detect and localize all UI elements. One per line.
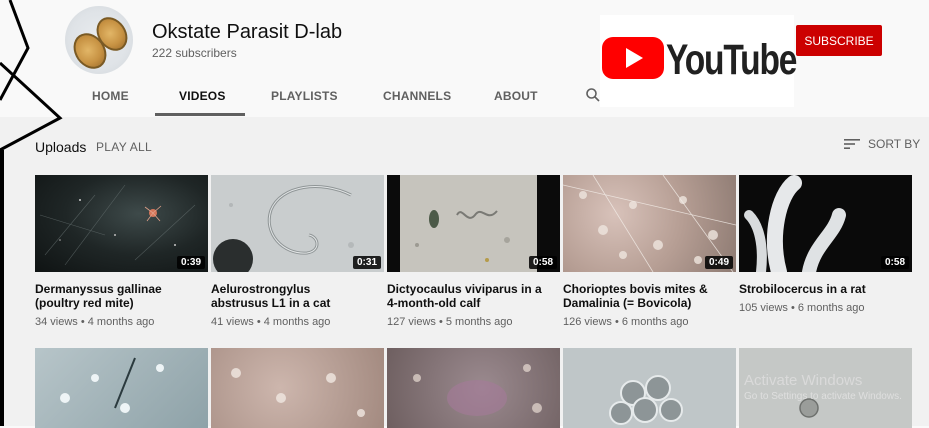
youtube-wordmark: YouTube	[666, 36, 797, 84]
video-thumbnail[interactable]: 0:58	[739, 175, 912, 272]
channel-header: Okstate Parasit D-lab 222 subscribers Yo…	[0, 0, 929, 117]
tab-home[interactable]: HOME	[92, 89, 129, 103]
video-duration: 0:39	[176, 256, 205, 269]
video-title[interactable]: Dictyocaulus viviparus in a 4-month-old …	[387, 282, 547, 310]
tab-playlists[interactable]: PLAYLISTS	[271, 89, 338, 103]
search-icon[interactable]	[585, 87, 601, 103]
play-all-button[interactable]: PLAY ALL	[96, 140, 152, 154]
subscriber-count: 222 subscribers	[152, 46, 237, 60]
video-duration: 0:58	[880, 256, 909, 269]
mites-image	[231, 368, 365, 417]
channel-avatar[interactable]	[65, 6, 133, 74]
youtube-play-icon	[602, 37, 664, 79]
channel-name: Okstate Parasit D-lab	[152, 21, 343, 43]
video-card[interactable]: 0:49 Chorioptes bovis mites & Damalinia …	[563, 175, 736, 328]
video-thumbnail[interactable]	[387, 348, 560, 428]
video-duration: 0:31	[352, 256, 381, 269]
youtube-logo: YouTube	[600, 15, 797, 107]
video-meta: 127 views • 5 months ago	[387, 316, 513, 328]
video-title[interactable]: Aelurostrongylus abstrusus L1 in a cat	[211, 282, 371, 310]
video-card[interactable]: 0:31 Aelurostrongylus abstrusus L1 in a …	[211, 175, 384, 328]
speech-bubble-outline	[0, 0, 63, 426]
tapeworm-egg-image	[609, 375, 683, 425]
activate-windows-hint: Go to Settings to activate Windows.	[744, 391, 902, 402]
tab-about[interactable]: ABOUT	[494, 89, 538, 103]
video-meta: 41 views • 4 months ago	[211, 316, 331, 328]
mites-image	[413, 364, 542, 416]
video-card[interactable]: 0:58 Dictyocaulus viviparus in a 4-month…	[387, 175, 560, 328]
sort-by-label: SORT BY	[868, 137, 921, 151]
videos-section: Uploads PLAY ALL SORT BY 0:39 Dermanyssu	[0, 117, 929, 428]
video-meta: 126 views • 6 months ago	[563, 316, 689, 328]
video-thumbnail[interactable]: 0:58	[387, 175, 560, 272]
activate-windows-watermark: Activate Windows	[744, 372, 863, 389]
subscribe-button[interactable]: SUBSCRIBE	[796, 25, 882, 56]
video-duration: 0:49	[704, 256, 733, 269]
video-thumbnail[interactable]: 0:49	[563, 175, 736, 272]
video-thumbnail[interactable]	[563, 348, 736, 428]
video-thumbnail[interactable]: 0:31	[211, 175, 384, 272]
video-meta: 105 views • 6 months ago	[739, 302, 865, 314]
sort-icon	[844, 139, 860, 149]
video-title[interactable]: Strobilocercus in a rat	[739, 282, 899, 296]
video-card[interactable]: 0:58 Strobilocercus in a rat 105 views •…	[739, 175, 912, 314]
tab-channels[interactable]: CHANNELS	[383, 89, 451, 103]
active-tab-indicator	[155, 113, 245, 116]
video-duration: 0:58	[528, 256, 557, 269]
video-thumbnail[interactable]	[211, 348, 384, 428]
tab-videos[interactable]: VIDEOS	[179, 89, 226, 103]
sort-by-button[interactable]: SORT BY	[844, 137, 920, 151]
video-title[interactable]: Chorioptes bovis mites & Damalinia (= Bo…	[563, 282, 723, 310]
